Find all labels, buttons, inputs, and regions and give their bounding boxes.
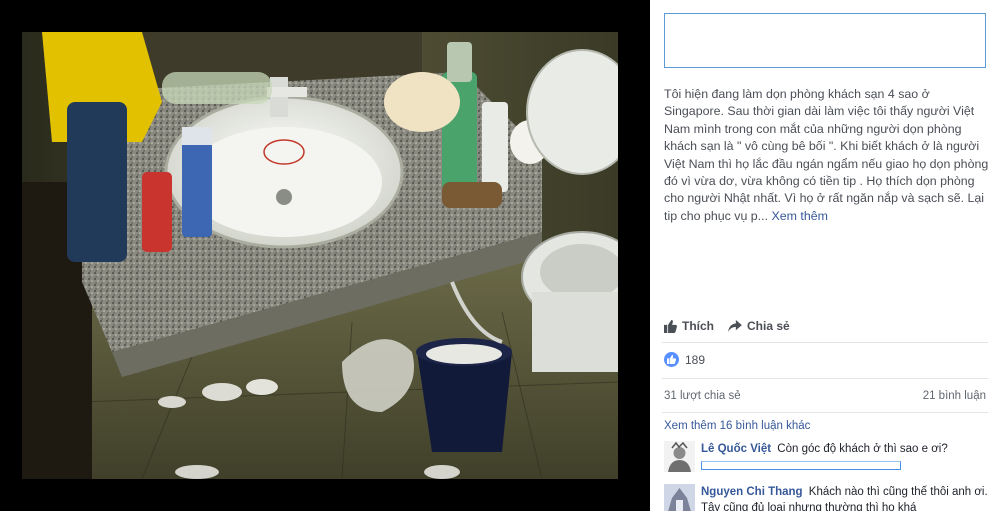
like-button[interactable]: Thích — [664, 319, 714, 333]
comment-author[interactable]: Nguyen Chi Thang — [701, 486, 803, 498]
reaction-count: 189 — [685, 352, 706, 367]
post-caption: Tôi hiện đang làm dọn phòng khách sạn 4 … — [664, 86, 990, 225]
share-button[interactable]: Chia sẻ — [728, 319, 790, 333]
bathroom-photo-illustration — [22, 32, 618, 479]
post-actions: Thích Chia sẻ — [664, 318, 790, 334]
stats-divider — [662, 412, 988, 413]
comment-author[interactable]: Lê Quốc Việt — [701, 443, 771, 455]
reactions-summary[interactable]: 189 — [664, 352, 705, 367]
comment-item: Lê Quốc Việt Còn góc độ khách ở thì sao … — [664, 441, 988, 472]
post-photo[interactable] — [22, 32, 618, 479]
photo-viewer — [0, 0, 650, 511]
comment-item: Nguyen Chi Thang Khách nào thì cũng thế … — [664, 484, 988, 511]
like-reaction-icon — [664, 352, 679, 367]
see-more-link[interactable]: Xem thêm — [771, 209, 827, 223]
avatar[interactable] — [664, 441, 695, 472]
share-arrow-icon — [728, 320, 742, 332]
reactions-divider — [662, 378, 988, 379]
share-label: Chia sẻ — [747, 319, 790, 333]
reply-input[interactable] — [701, 461, 901, 470]
share-count[interactable]: 31 lượt chia sẻ — [664, 390, 741, 402]
thumbs-up-icon — [664, 319, 677, 333]
post-caption-text: Tôi hiện đang làm dọn phòng khách sạn 4 … — [664, 87, 989, 223]
avatar[interactable] — [664, 484, 695, 511]
post-header-box — [664, 13, 986, 68]
like-label: Thích — [682, 319, 714, 333]
view-more-comments-link[interactable]: Xem thêm 16 bình luận khác — [664, 420, 810, 432]
comment-text: Còn góc độ khách ở thì sao e ơi? — [777, 443, 948, 455]
post-sidebar: Tôi hiện đang làm dọn phòng khách sạn 4 … — [650, 0, 1000, 511]
comment-count[interactable]: 21 bình luận — [923, 390, 986, 402]
actions-divider — [662, 342, 988, 343]
